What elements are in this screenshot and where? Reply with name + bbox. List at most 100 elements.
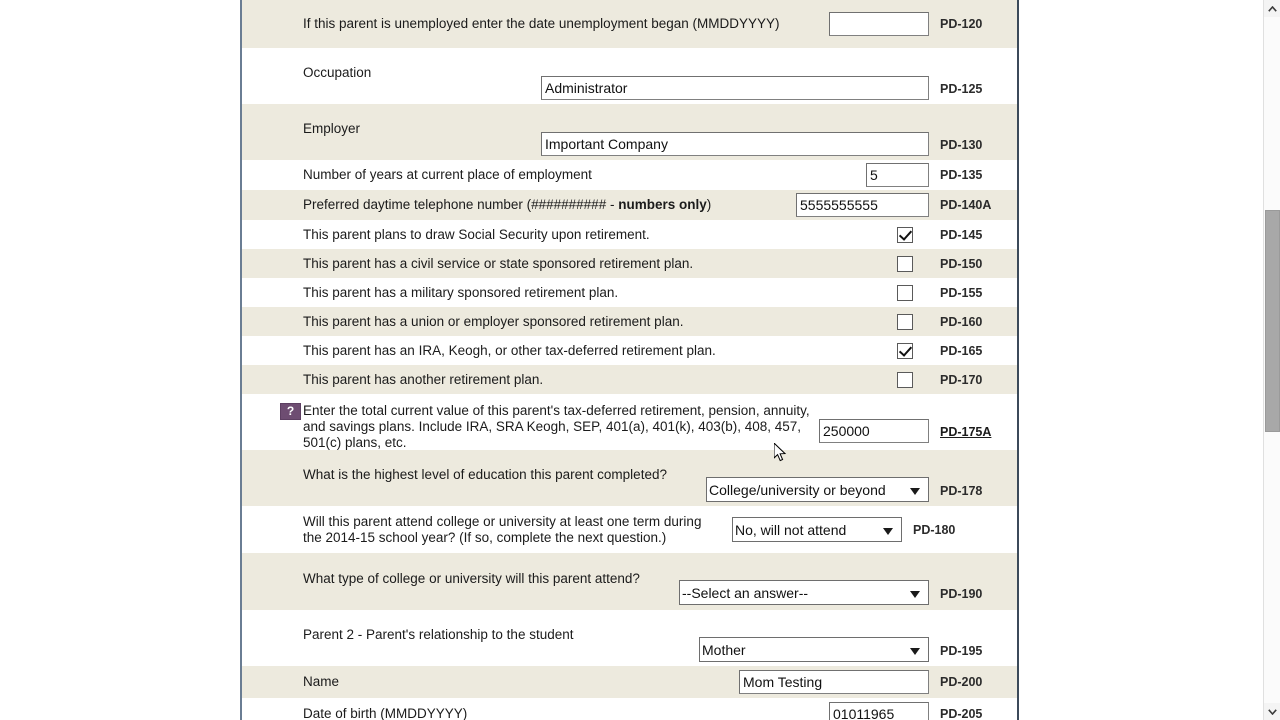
phone-label-tail: ) [706, 197, 712, 212]
row-label-pd-150: This parent has a civil service or state… [303, 255, 694, 271]
row-control-pd-190: --Select an answer-- [679, 580, 935, 610]
row-code-pd-175a[interactable]: PD-175A [935, 394, 1017, 439]
employer-input[interactable] [541, 132, 929, 156]
form-container: If this parent is unemployed enter the d… [240, 0, 1019, 720]
row-control-pd-125 [541, 76, 935, 104]
form-row-pd-130: Employer PD-130 [242, 104, 1017, 160]
row-label-pd-140a: Preferred daytime telephone number (####… [262, 191, 796, 219]
parent-relationship-select-wrap: Mother [699, 637, 929, 662]
form-row-pd-140a: Preferred daytime telephone number (####… [242, 190, 1017, 220]
unemployment-date-input[interactable] [829, 12, 929, 36]
daytime-phone-input[interactable] [796, 193, 929, 217]
form-row-pd-125: Occupation PD-125 [242, 48, 1017, 104]
row-control-pd-120 [829, 12, 935, 36]
union-plan-checkbox[interactable] [897, 313, 913, 330]
row-code-pd-155: PD-155 [940, 285, 983, 300]
years-employment-input[interactable] [866, 163, 929, 187]
row-label-pd-200: Name [303, 674, 340, 689]
form-row-pd-155: This parent has a military sponsored ret… [242, 278, 1017, 307]
row-gutter [242, 190, 262, 220]
row-gutter [242, 104, 262, 160]
row-control-pd-200 [739, 670, 935, 694]
row-code-pd-160: PD-160 [940, 314, 983, 329]
row-code-pd-130: PD-130 [940, 138, 983, 152]
row-label-pd-180: Will this parent attend college or unive… [303, 513, 702, 545]
scroll-down-arrow-icon[interactable] [1264, 703, 1280, 720]
row-gutter [242, 394, 262, 450]
row-control-pd-178: College/university or beyond [706, 477, 935, 506]
row-control-pd-205 [829, 702, 935, 720]
row-gutter [242, 278, 262, 307]
row-gutter [242, 553, 262, 610]
civil-service-plan-checkbox[interactable] [897, 255, 913, 272]
phone-label-plain: Preferred daytime telephone number (####… [303, 197, 619, 212]
parent-relationship-select[interactable]: Mother [699, 637, 929, 662]
ira-keogh-plan-checkbox[interactable] [897, 342, 913, 359]
chevron-down-icon [1267, 708, 1277, 715]
row-gutter [242, 450, 262, 506]
row-label-pd-135: Number of years at current place of empl… [303, 167, 592, 182]
row-code-pd-165: PD-165 [940, 343, 983, 358]
row-label-pd-165: This parent has an IRA, Keogh, or other … [303, 342, 716, 358]
form-row-pd-170: This parent has another retirement plan.… [242, 365, 1017, 394]
row-code-pd-120: PD-120 [940, 17, 983, 31]
scrollbar-thumb[interactable] [1265, 210, 1280, 432]
row-code-pd-140a: PD-140A [940, 198, 992, 212]
row-label-pd-205: Date of birth (MMDDYYYY) [303, 706, 468, 720]
row-code-pd-125: PD-125 [940, 82, 983, 96]
row-gutter [242, 336, 262, 365]
row-code-pd-150: PD-150 [940, 256, 983, 271]
row-control-pd-135 [866, 163, 935, 187]
social-security-checkbox[interactable] [897, 226, 913, 243]
row-gutter [242, 666, 262, 698]
row-label-pd-155: This parent has a military sponsored ret… [303, 284, 619, 300]
form-row-pd-200: Name PD-200 [242, 666, 1017, 698]
row-code-pd-135: PD-135 [940, 168, 983, 182]
form-row-pd-195: Parent 2 - Parent's relationship to the … [242, 610, 1017, 666]
scroll-up-arrow-icon[interactable] [1264, 0, 1280, 17]
form-row-pd-135: Number of years at current place of empl… [242, 160, 1017, 190]
form-row-pd-150: This parent has a civil service or state… [242, 249, 1017, 278]
other-plan-checkbox[interactable] [897, 371, 913, 388]
row-control-pd-130 [541, 132, 935, 160]
phone-label-bold: numbers only [618, 197, 707, 212]
college-type-select[interactable]: --Select an answer-- [679, 580, 929, 605]
attend-college-select[interactable]: No, will not attend [732, 517, 902, 542]
row-code-pd-205: PD-205 [940, 707, 983, 720]
row-code-pd-178: PD-178 [940, 484, 983, 498]
row-control-pd-150 [897, 255, 935, 272]
form-row-pd-165: This parent has an IRA, Keogh, or other … [242, 336, 1017, 365]
row-label-pd-120: If this parent is unemployed enter the d… [303, 16, 780, 31]
row-control-pd-170 [897, 371, 935, 388]
row-label-pd-170: This parent has another retirement plan. [303, 371, 544, 387]
parent2-dob-input[interactable] [829, 702, 929, 720]
form-row-pd-178: What is the highest level of education t… [242, 450, 1017, 506]
occupation-input[interactable] [541, 76, 929, 100]
row-control-pd-155 [897, 284, 935, 301]
military-plan-checkbox[interactable] [897, 284, 913, 301]
row-control-pd-195: Mother [699, 637, 935, 666]
row-control-pd-140a [796, 193, 935, 217]
row-label-pd-175a: Enter the total current value of this pa… [303, 403, 810, 450]
screen: If this parent is unemployed enter the d… [0, 0, 1280, 720]
row-gutter [242, 160, 262, 190]
parent2-name-input[interactable] [739, 670, 929, 694]
education-level-select[interactable]: College/university or beyond [706, 477, 929, 502]
row-control-pd-145 [897, 226, 935, 243]
row-gutter [242, 610, 262, 666]
retirement-value-input[interactable] [819, 419, 929, 443]
row-gutter [242, 48, 262, 104]
row-code-pd-145: PD-145 [940, 227, 983, 242]
form-row-pd-145: This parent plans to draw Social Securit… [242, 220, 1017, 249]
row-gutter [242, 249, 262, 278]
row-gutter [242, 506, 262, 553]
form-row-pd-190: What type of college or university will … [242, 553, 1017, 610]
form-row-pd-205: Date of birth (MMDDYYYY) PD-205 [242, 698, 1017, 720]
row-label-pd-195: Parent 2 - Parent's relationship to the … [303, 627, 574, 642]
row-gutter [242, 698, 262, 720]
help-icon[interactable]: ? [280, 403, 301, 420]
form-row-pd-175a: ? Enter the total current value of this … [242, 394, 1017, 450]
page-scrollbar[interactable] [1263, 0, 1280, 720]
row-code-pd-190: PD-190 [940, 587, 983, 601]
scrollbar-track[interactable] [1264, 17, 1280, 703]
